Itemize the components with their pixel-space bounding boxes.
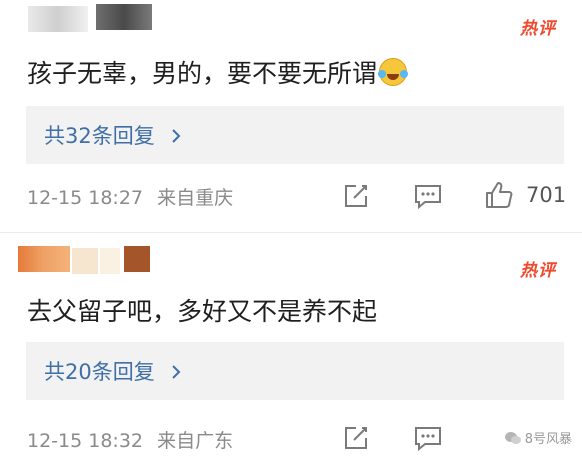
replies-count-label: 共32条回复 — [44, 124, 155, 148]
thumbs-up-icon[interactable] — [484, 180, 514, 210]
comment-location: 来自广东 — [157, 430, 234, 452]
username-blur — [96, 4, 152, 30]
hot-comment-badge: 热评 — [520, 261, 556, 281]
wechat-icon — [504, 432, 521, 444]
replies-count-label: 共20条回复 — [44, 360, 155, 384]
user-info-blurred[interactable] — [0, 236, 582, 274]
share-icon[interactable] — [342, 424, 370, 452]
replies-box[interactable]: 共20条回复 — [26, 342, 564, 400]
comment-icon[interactable] — [413, 182, 443, 210]
username-blur — [124, 246, 150, 272]
comment-meta: 12-15 18:32 来自广东 — [27, 426, 233, 453]
username-blur — [28, 6, 88, 32]
replies-link[interactable]: 共20条回复 — [44, 356, 183, 386]
username-blur — [18, 246, 70, 272]
username-blur — [100, 248, 120, 274]
user-info-blurred[interactable] — [0, 0, 582, 32]
replies-link[interactable]: 共32条回复 — [44, 120, 183, 150]
share-icon[interactable] — [342, 182, 370, 210]
username-blur — [72, 248, 98, 274]
hot-comment-badge: 热评 — [520, 19, 556, 39]
comment-location: 来自重庆 — [157, 187, 234, 209]
comment-time: 12-15 18:32 — [27, 430, 144, 452]
comment-text: 孩子无辜，男的，要不要无所谓 — [27, 54, 409, 90]
comment-text: 去父留子吧，多好又不是养不起 — [27, 297, 378, 326]
comment-card: 热评 孩子无辜，男的，要不要无所谓 共32条回复 12-15 18:27 来自重… — [0, 0, 582, 225]
comment-card: 热评 去父留子吧，多好又不是养不起 共20条回复 12-15 18:32 来自广… — [0, 236, 582, 461]
comment-time: 12-15 18:27 — [27, 187, 144, 209]
chevron-right-icon — [172, 129, 181, 143]
watermark: 8号风暴 — [504, 428, 572, 447]
laughing-tears-emoji-icon — [378, 58, 409, 86]
comment-icon[interactable] — [413, 424, 443, 452]
like-count: 701 — [526, 183, 567, 207]
comment-text-content: 孩子无辜，男的，要不要无所谓 — [27, 59, 378, 88]
replies-box[interactable]: 共32条回复 — [26, 106, 564, 164]
divider — [0, 232, 582, 233]
comment-meta: 12-15 18:27 来自重庆 — [27, 183, 233, 210]
chevron-right-icon — [172, 365, 181, 379]
watermark-text: 8号风暴 — [524, 432, 572, 447]
